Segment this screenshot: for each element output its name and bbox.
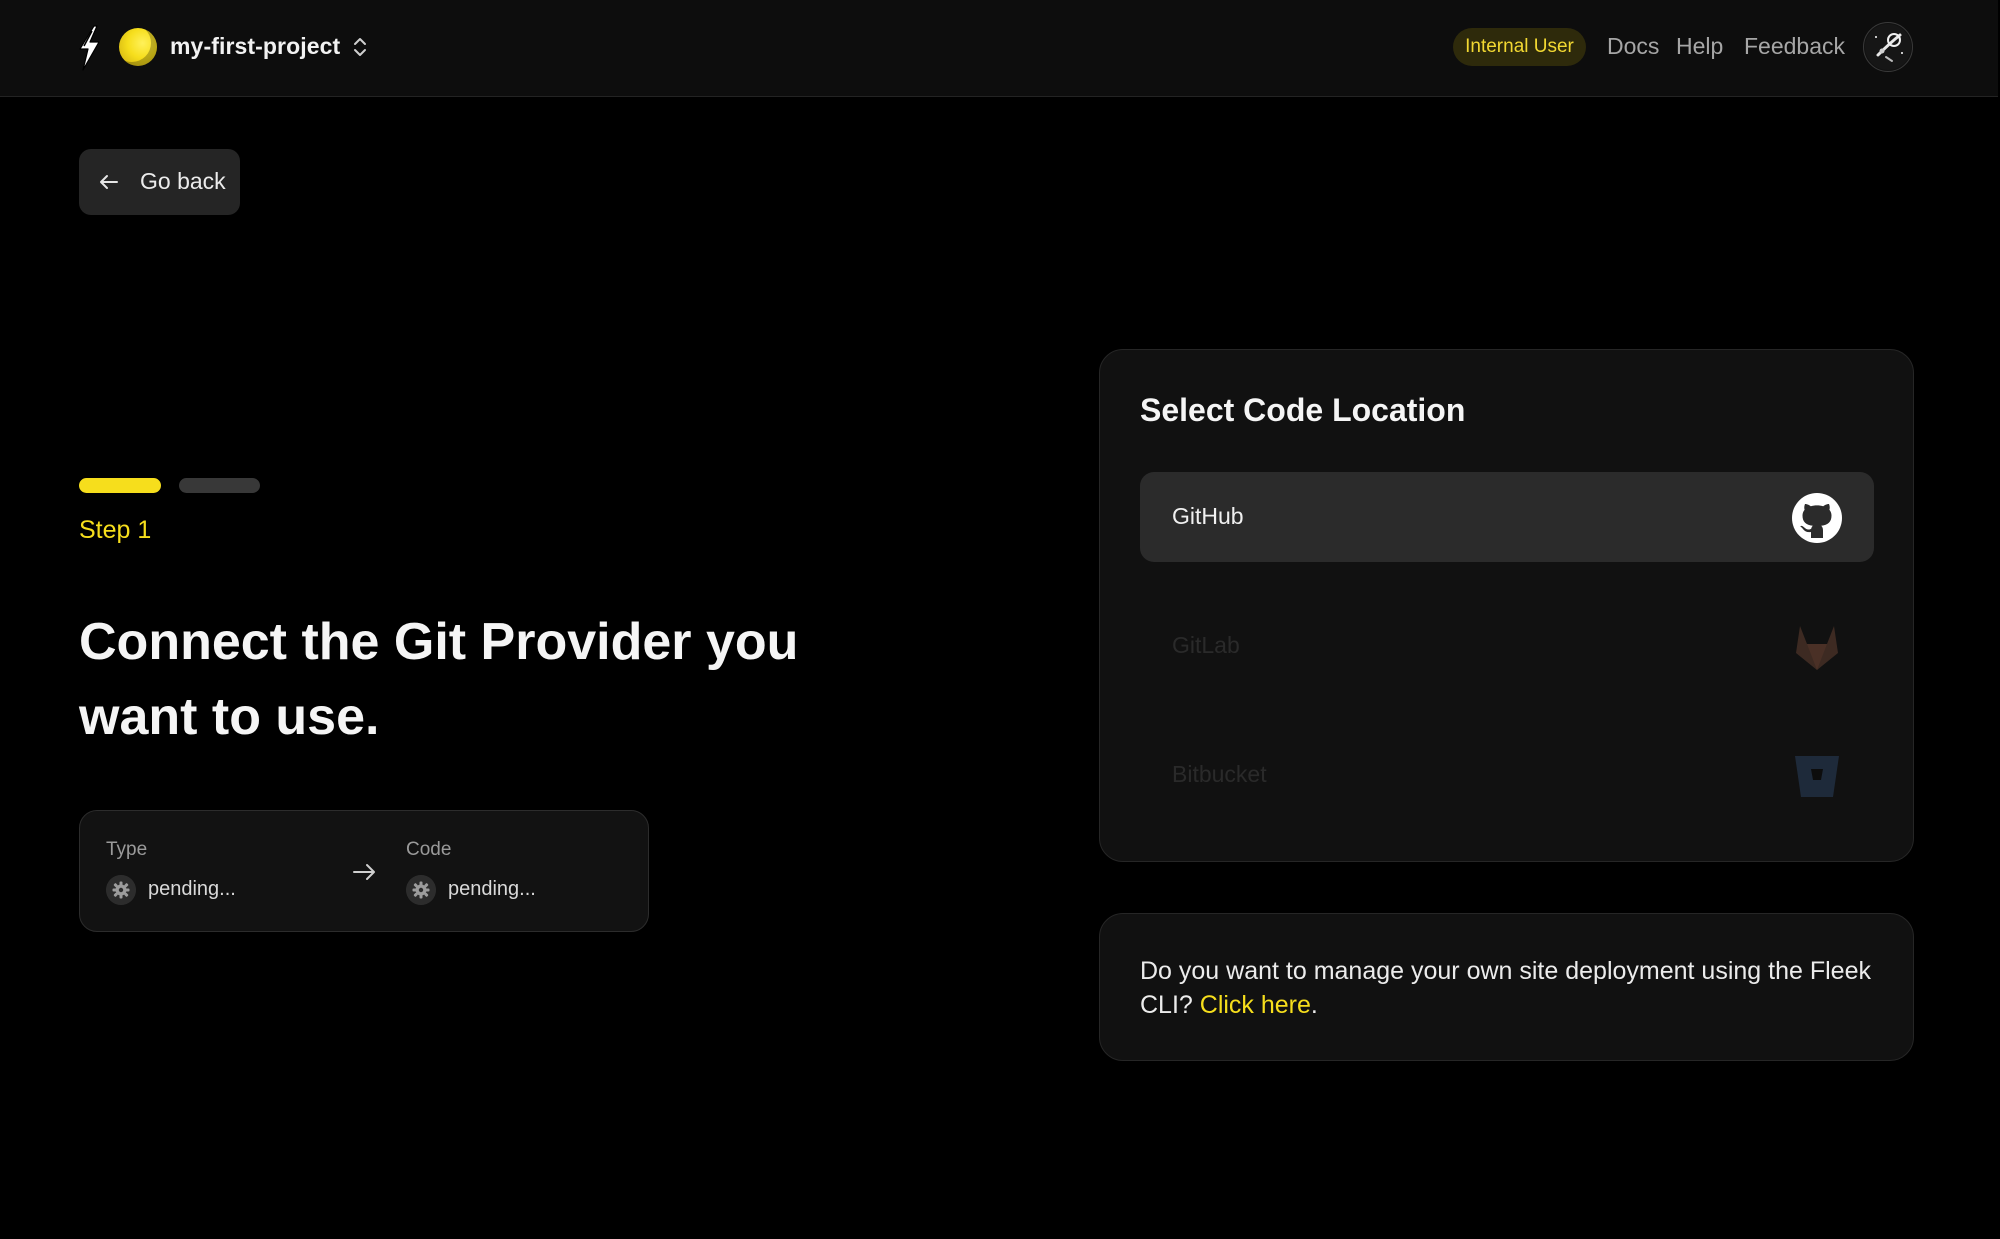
provider-label: GitHub xyxy=(1172,503,1244,529)
step-label: Step 1 xyxy=(79,516,152,544)
internal-user-badge: Internal User xyxy=(1453,28,1586,66)
provider-github-option[interactable]: GitHub xyxy=(1140,472,1874,562)
cli-click-here-link[interactable]: Click here xyxy=(1200,991,1311,1019)
chevron-up-down-icon[interactable] xyxy=(351,33,369,61)
project-name[interactable]: my-first-project xyxy=(170,33,340,60)
code-location-panel: Select Code Location GitHub GitLab Bitbu… xyxy=(1099,349,1914,862)
provider-label: GitLab xyxy=(1172,632,1240,658)
provider-bitbucket-option: Bitbucket xyxy=(1140,730,1874,820)
step-indicator-2 xyxy=(179,478,260,493)
status-code-label: Code xyxy=(406,839,452,860)
arrow-left-icon xyxy=(100,175,118,189)
project-avatar[interactable] xyxy=(119,28,157,66)
step-indicator-1-active xyxy=(79,478,161,493)
lightning-bolt-icon[interactable] xyxy=(76,25,102,71)
go-back-button[interactable]: Go back xyxy=(79,149,240,215)
user-avatar[interactable] xyxy=(1863,22,1913,72)
status-type-value: pending... xyxy=(148,878,236,900)
top-header: my-first-project Internal User Docs Help… xyxy=(0,0,1998,97)
github-icon xyxy=(1792,493,1842,543)
cli-note-text: Do you want to manage your own site depl… xyxy=(1140,954,1880,1022)
status-type-label: Type xyxy=(106,839,148,860)
cli-note-panel: Do you want to manage your own site depl… xyxy=(1099,913,1914,1061)
bitbucket-icon xyxy=(1795,756,1839,797)
nav-docs-link[interactable]: Docs xyxy=(1607,33,1659,60)
status-code: Code pending... xyxy=(406,839,536,905)
gitlab-icon xyxy=(1796,626,1838,670)
app-window: my-first-project Internal User Docs Help… xyxy=(0,0,2000,1239)
go-back-label: Go back xyxy=(140,168,226,194)
status-code-value: pending... xyxy=(448,878,536,900)
nav-help-link[interactable]: Help xyxy=(1676,33,1723,60)
nav-feedback-link[interactable]: Feedback xyxy=(1744,33,1845,60)
status-type: Type pending... xyxy=(106,839,236,905)
provider-gitlab-option: GitLab xyxy=(1140,601,1874,691)
deployment-status-card: Type pending... Code pending... xyxy=(79,810,649,932)
provider-label: Bitbucket xyxy=(1172,761,1267,787)
gear-icon xyxy=(106,875,136,905)
code-location-title: Select Code Location xyxy=(1140,392,1466,428)
arrow-right-icon xyxy=(353,864,375,880)
gear-icon xyxy=(406,875,436,905)
avatar-illustration xyxy=(1865,24,1911,70)
page-heading: Connect the Git Provider you want to use… xyxy=(79,613,799,746)
cli-note-suffix: . xyxy=(1310,991,1318,1019)
